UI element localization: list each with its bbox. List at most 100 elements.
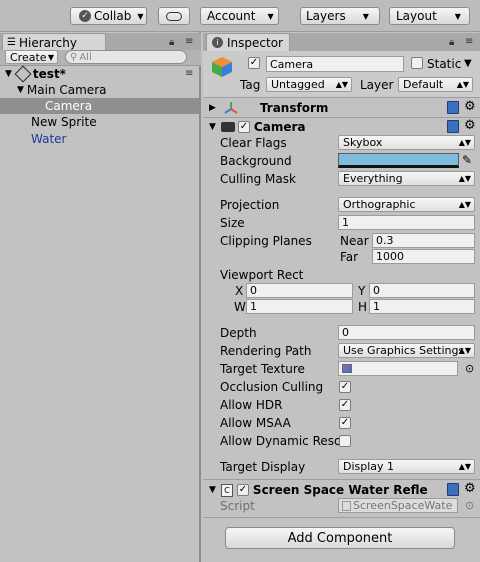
cloud-button[interactable] bbox=[158, 7, 190, 25]
clipping-planes-label: Clipping Planes bbox=[220, 234, 312, 248]
occlusion-culling-checkbox[interactable]: ✓ bbox=[339, 381, 351, 393]
projection-label: Projection bbox=[220, 198, 280, 212]
scene-menu-icon[interactable]: ≡ bbox=[185, 68, 193, 79]
culling-mask-label: Culling Mask bbox=[220, 172, 296, 186]
search-placeholder: All bbox=[79, 51, 92, 63]
layer-value: Default bbox=[403, 78, 444, 91]
dropdown-arrow-icon: ▲▼ bbox=[458, 174, 471, 183]
help-book-icon[interactable] bbox=[447, 120, 459, 133]
account-dropdown[interactable]: Account ▼ bbox=[200, 7, 279, 25]
rendering-path-dropdown[interactable]: Use Graphics Settings ▲▼ bbox=[338, 343, 475, 358]
layers-label: Layers bbox=[306, 9, 346, 23]
target-display-dropdown[interactable]: Display 1 ▲▼ bbox=[338, 459, 475, 474]
dropdown-arrow-icon: ▲▼ bbox=[458, 200, 471, 209]
divider bbox=[203, 479, 480, 480]
background-color-swatch[interactable] bbox=[338, 153, 459, 168]
gear-icon[interactable]: ⚙ bbox=[464, 481, 476, 496]
layout-label: Layout bbox=[396, 9, 437, 23]
inspector-lock-icon[interactable]: 🔒︎ bbox=[449, 37, 454, 48]
layers-dropdown[interactable]: Layers ▼ bbox=[300, 7, 380, 25]
viewport-rect-label: Viewport Rect bbox=[220, 268, 304, 282]
viewport-y-field[interactable]: 0 bbox=[369, 283, 475, 298]
script-field: ScreenSpaceWate bbox=[338, 498, 458, 513]
tab-hierarchy[interactable]: ☰ Hierarchy bbox=[2, 33, 106, 51]
script-enabled-checkbox[interactable]: ✓ bbox=[236, 484, 249, 496]
static-checkbox[interactable] bbox=[411, 57, 423, 69]
tag-label: Tag bbox=[240, 78, 261, 92]
script-label: Script bbox=[220, 499, 255, 513]
gear-icon[interactable]: ⚙ bbox=[464, 99, 476, 114]
depth-field[interactable]: 0 bbox=[338, 325, 475, 340]
static-dropdown-arrow-icon[interactable]: ▼ bbox=[464, 58, 472, 69]
dropdown-arrow-icon: ▲▼ bbox=[456, 80, 469, 89]
collapse-arrow-icon: ▼ bbox=[209, 122, 216, 132]
projection-dropdown[interactable]: Orthographic ▲▼ bbox=[338, 197, 475, 212]
object-picker-icon[interactable]: ⊙ bbox=[465, 362, 474, 375]
dropdown-arrow-icon: ▲▼ bbox=[335, 80, 348, 89]
gear-icon[interactable]: ⚙ bbox=[464, 118, 476, 133]
clear-flags-dropdown[interactable]: Skybox ▲▼ bbox=[338, 135, 475, 150]
eyedropper-icon[interactable]: ✎ bbox=[462, 153, 472, 167]
dropdown-arrow-icon: ▼ bbox=[137, 11, 144, 21]
projection-value: Orthographic bbox=[343, 198, 416, 211]
rendering-path-label: Rendering Path bbox=[220, 344, 312, 358]
size-field[interactable]: 1 bbox=[338, 215, 475, 230]
transform-title: Transform bbox=[259, 101, 329, 115]
object-active-checkbox[interactable]: ✓ bbox=[248, 57, 260, 69]
inspector-menu-icon[interactable]: ≡ bbox=[465, 36, 473, 47]
camera-enabled-checkbox[interactable]: ✓ bbox=[237, 121, 250, 133]
depth-label: Depth bbox=[220, 326, 257, 340]
script-value: ScreenSpaceWate bbox=[353, 499, 453, 512]
layout-dropdown[interactable]: Layout ▼ bbox=[389, 7, 470, 25]
transform-component-header[interactable]: ▶ Transform bbox=[203, 99, 480, 117]
collab-button[interactable]: ✓ Collab ▼ bbox=[70, 7, 147, 25]
dropdown-arrow-icon: ▼ bbox=[454, 11, 461, 21]
culling-mask-value: Everything bbox=[343, 172, 403, 185]
hierarchy-item-main-camera[interactable]: ▼ Main Camera bbox=[0, 82, 201, 98]
viewport-w-field[interactable]: 1 bbox=[246, 299, 353, 314]
help-book-icon[interactable] bbox=[447, 483, 459, 496]
allow-hdr-checkbox[interactable]: ✓ bbox=[339, 399, 351, 411]
allow-dynamic-resolution-label: Allow Dynamic Reso bbox=[220, 434, 342, 448]
list-item-label: Main Camera bbox=[26, 83, 107, 97]
hierarchy-item-camera[interactable]: Camera bbox=[0, 98, 201, 114]
near-field[interactable]: 0.3 bbox=[372, 233, 475, 248]
script-component-title: Screen Space Water Refle bbox=[252, 483, 428, 497]
tag-value: Untagged bbox=[271, 78, 325, 91]
tab-inspector[interactable]: i Inspector bbox=[206, 33, 290, 51]
object-picker-icon: ⊙ bbox=[465, 499, 475, 512]
far-field[interactable]: 1000 bbox=[372, 249, 475, 264]
allow-hdr-label: Allow HDR bbox=[220, 398, 283, 412]
layer-dropdown[interactable]: Default ▲▼ bbox=[398, 77, 473, 92]
target-texture-field[interactable] bbox=[338, 361, 458, 376]
dropdown-arrow-icon: ▼ bbox=[267, 11, 274, 21]
hierarchy-item-water[interactable]: Water bbox=[0, 131, 201, 147]
culling-mask-dropdown[interactable]: Everything ▲▼ bbox=[338, 171, 475, 186]
info-icon: i bbox=[212, 37, 223, 48]
script-component-header[interactable]: ▼ C ✓ Screen Space Water Refle bbox=[203, 481, 480, 499]
object-name-field[interactable]: Camera bbox=[266, 56, 404, 72]
viewport-x-field[interactable]: 0 bbox=[246, 283, 353, 298]
viewport-w-label: W bbox=[234, 300, 246, 314]
help-book-icon[interactable] bbox=[447, 101, 459, 114]
clear-flags-value: Skybox bbox=[343, 136, 383, 149]
expand-arrow-icon: ▼ bbox=[5, 69, 12, 79]
target-display-value: Display 1 bbox=[343, 460, 395, 473]
search-input[interactable]: ⚲ All bbox=[65, 50, 187, 64]
hierarchy-menu-icon[interactable]: ≡ bbox=[185, 36, 193, 47]
hierarchy-lock-icon[interactable]: 🔒︎ bbox=[169, 37, 174, 48]
allow-dynamic-resolution-checkbox[interactable] bbox=[339, 435, 351, 447]
tag-dropdown[interactable]: Untagged ▲▼ bbox=[266, 77, 352, 92]
scene-row[interactable]: ▼ test* bbox=[0, 65, 201, 83]
camera-component-header[interactable]: ▼ ✓ Camera bbox=[203, 118, 480, 136]
camera-title: Camera bbox=[253, 120, 306, 134]
render-texture-icon bbox=[342, 364, 352, 373]
add-component-button[interactable]: Add Component bbox=[225, 527, 455, 549]
create-dropdown[interactable]: Create ▼ bbox=[5, 50, 58, 64]
size-label: Size bbox=[220, 216, 245, 230]
dropdown-arrow-icon: ▲▼ bbox=[458, 462, 471, 471]
hierarchy-item-new-sprite[interactable]: New Sprite bbox=[0, 114, 201, 130]
list-item-label: Water bbox=[31, 132, 67, 146]
allow-msaa-checkbox[interactable]: ✓ bbox=[339, 417, 351, 429]
viewport-h-field[interactable]: 1 bbox=[369, 299, 475, 314]
